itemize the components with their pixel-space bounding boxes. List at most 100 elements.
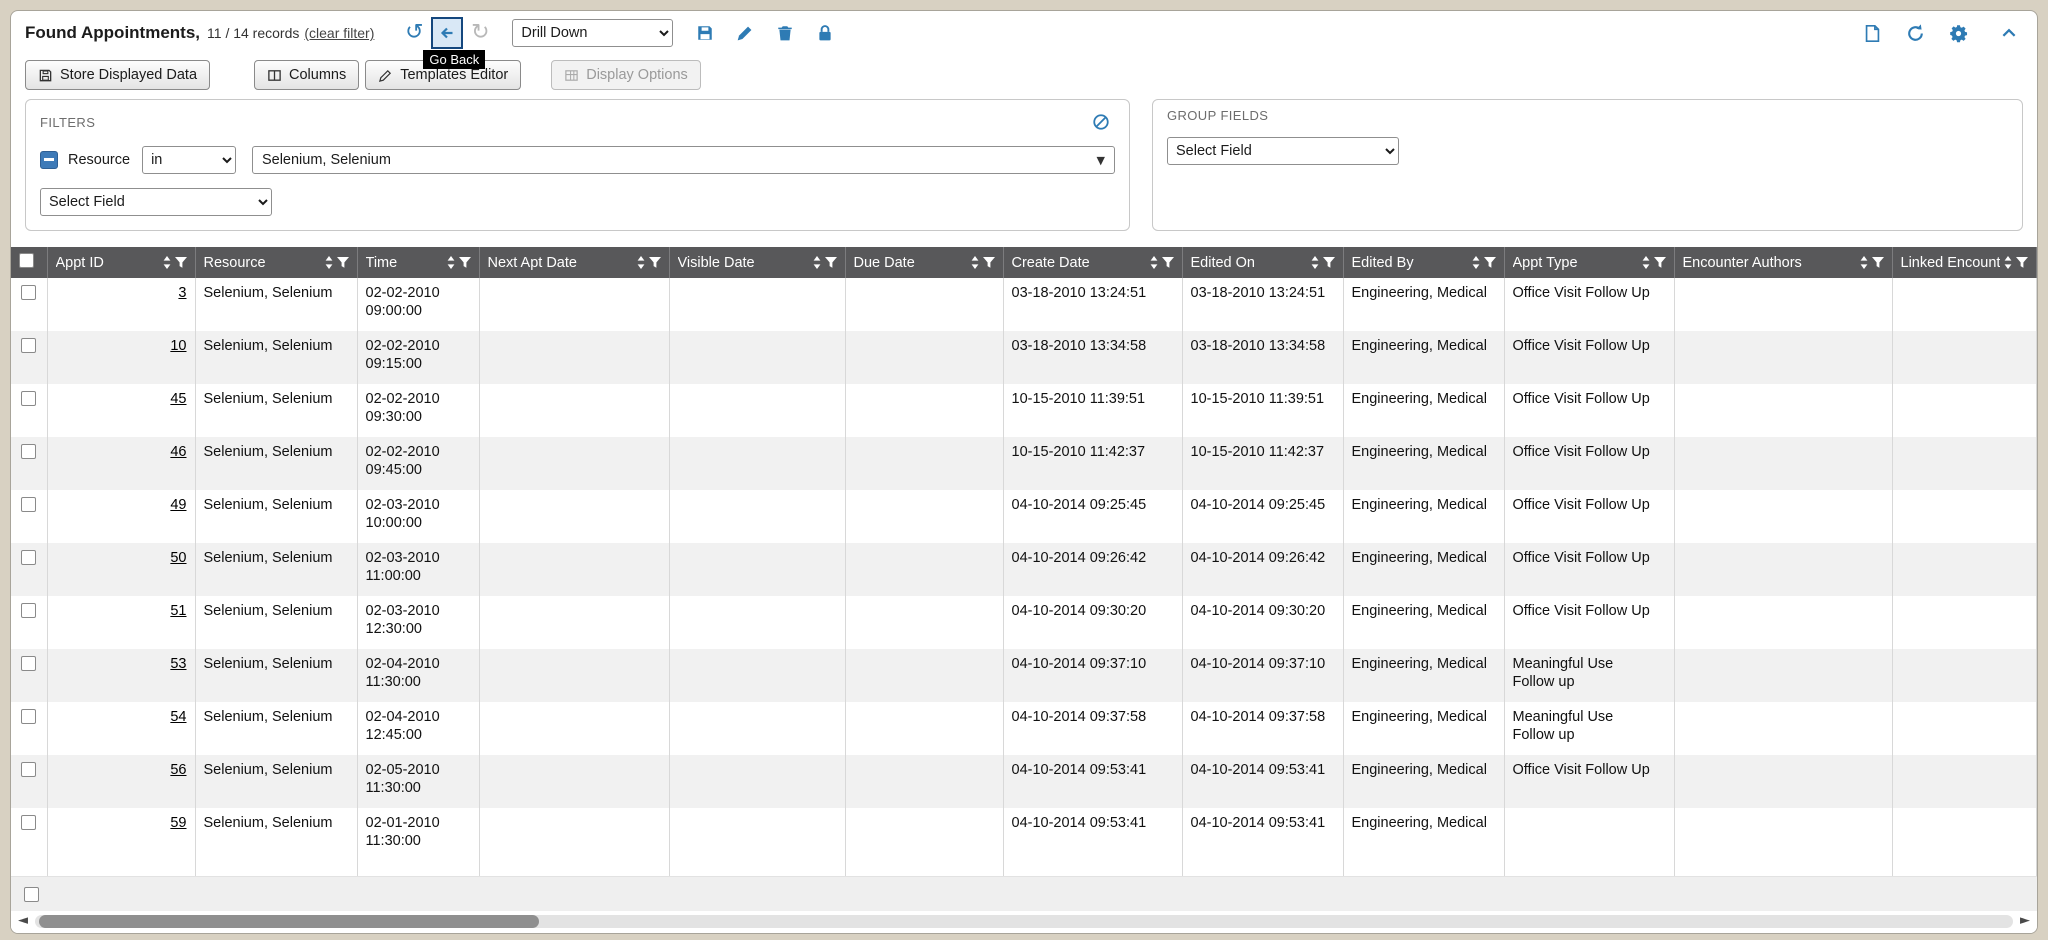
settings-button[interactable] (1944, 19, 1972, 47)
sort-icon[interactable] (325, 256, 333, 269)
add-group-field-select[interactable]: Select Field (1167, 137, 1399, 165)
appt-id-link[interactable]: 50 (170, 550, 186, 566)
cell-next-apt-date (479, 702, 669, 755)
sort-icon[interactable] (813, 256, 821, 269)
display-options-button[interactable]: Display Options (551, 60, 701, 90)
scrollbar-thumb[interactable] (39, 915, 539, 928)
export-document-button[interactable] (1858, 19, 1886, 47)
row-checkbox[interactable] (24, 887, 39, 902)
filter-icon[interactable] (825, 257, 837, 269)
sort-icon[interactable] (971, 256, 979, 269)
go-back-button[interactable]: Go Back (431, 17, 463, 49)
cell-checkbox (11, 596, 47, 649)
sort-icon[interactable] (163, 256, 171, 269)
clear-filter-link[interactable]: (clear filter) (304, 25, 374, 41)
select-all-checkbox[interactable] (19, 253, 34, 268)
column-header-appt-id[interactable]: Appt ID (47, 247, 195, 278)
column-header-edited-by[interactable]: Edited By (1343, 247, 1504, 278)
filter-icon[interactable] (1654, 257, 1666, 269)
row-checkbox[interactable] (21, 815, 36, 830)
cell-next-apt-date (479, 808, 669, 861)
clear-filters-button[interactable] (1087, 108, 1115, 136)
row-checkbox[interactable] (21, 497, 36, 512)
filter-operator-select[interactable]: in (142, 146, 236, 174)
sort-icon[interactable] (1472, 256, 1480, 269)
sort-icon[interactable] (1311, 256, 1319, 269)
cell-edited-on: 04-10-2014 09:25:45 (1182, 490, 1343, 543)
appt-id-link[interactable]: 56 (170, 762, 186, 778)
cell-resource: Selenium, Selenium (195, 808, 357, 861)
collapse-panel-button[interactable] (1995, 19, 2023, 47)
sort-icon[interactable] (1860, 256, 1868, 269)
lock-icon (816, 24, 834, 42)
row-checkbox[interactable] (21, 656, 36, 671)
filter-icon[interactable] (983, 257, 995, 269)
column-header-next-apt-date[interactable]: Next Apt Date (479, 247, 669, 278)
filter-icon[interactable] (1162, 257, 1174, 269)
sort-icon[interactable] (1642, 256, 1650, 269)
appt-id-link[interactable]: 46 (170, 444, 186, 460)
filter-value-combobox[interactable]: Selenium, Selenium ▼ (252, 146, 1115, 174)
appt-id-link[interactable]: 10 (170, 338, 186, 354)
table-header-row: Appt IDResourceTime Next Apt Date Visible … (11, 247, 2037, 278)
redo-button[interactable]: ↻ (466, 19, 494, 47)
store-displayed-data-button[interactable]: Store Displayed Data (25, 60, 210, 90)
row-checkbox[interactable] (21, 550, 36, 565)
refresh-button[interactable] (1901, 19, 1929, 47)
column-header-due-date[interactable]: Due Date (845, 247, 1003, 278)
cell-edited-on: 04-10-2014 09:37:58 (1182, 702, 1343, 755)
filter-icon[interactable] (1872, 257, 1884, 269)
cell-edited-on: 04-10-2014 09:26:42 (1182, 543, 1343, 596)
column-header-create-date[interactable]: Create Date (1003, 247, 1182, 278)
columns-button[interactable]: Columns (254, 60, 359, 90)
filter-icon[interactable] (459, 257, 471, 269)
column-header-edited-on[interactable]: Edited On (1182, 247, 1343, 278)
column-label: Next Apt Date (488, 255, 577, 271)
column-header-time[interactable]: Time (357, 247, 479, 278)
edit-view-button[interactable] (731, 19, 759, 47)
filter-icon[interactable] (175, 257, 187, 269)
filter-icon[interactable] (2016, 257, 2028, 269)
lock-view-button[interactable] (811, 19, 839, 47)
appt-id-link[interactable]: 54 (170, 709, 186, 725)
cell-resource: Selenium, Selenium (195, 331, 357, 384)
filter-icon[interactable] (649, 257, 661, 269)
delete-view-button[interactable] (771, 19, 799, 47)
undo-button[interactable]: ↺ (400, 19, 428, 47)
row-checkbox[interactable] (21, 338, 36, 353)
cell-resource: Selenium, Selenium (195, 437, 357, 490)
column-header-encounter-authors[interactable]: Encounter Authors (1674, 247, 1892, 278)
appt-id-link[interactable]: 49 (170, 497, 186, 513)
sort-icon[interactable] (447, 256, 455, 269)
scrollbar-track[interactable] (35, 915, 2013, 928)
scroll-left-arrow[interactable]: ◄ (18, 914, 28, 927)
save-view-button[interactable] (691, 19, 719, 47)
row-checkbox[interactable] (21, 762, 36, 777)
drill-down-select[interactable]: Drill Down (512, 19, 673, 47)
appt-id-link[interactable]: 51 (170, 603, 186, 619)
row-checkbox[interactable] (21, 603, 36, 618)
filter-icon[interactable] (1484, 257, 1496, 269)
add-filter-field-select[interactable]: Select Field (40, 188, 272, 216)
filter-icon[interactable] (337, 257, 349, 269)
appt-id-link[interactable]: 3 (178, 285, 186, 301)
row-checkbox[interactable] (21, 444, 36, 459)
row-checkbox[interactable] (21, 391, 36, 406)
sort-icon[interactable] (637, 256, 645, 269)
appt-id-link[interactable]: 45 (170, 391, 186, 407)
sort-icon[interactable] (2004, 256, 2012, 269)
appt-id-link[interactable]: 59 (170, 815, 186, 831)
column-header-resource[interactable]: Resource (195, 247, 357, 278)
filter-enabled-checkbox[interactable] (40, 151, 58, 169)
row-checkbox[interactable] (21, 285, 36, 300)
column-header-linked-encounters[interactable]: Linked Encounters (1892, 247, 2037, 278)
cell-time: 02-04-2010 12:45:00 (357, 702, 479, 755)
scroll-right-arrow[interactable]: ► (2020, 914, 2030, 927)
sort-icon[interactable] (1150, 256, 1158, 269)
appt-id-link[interactable]: 53 (170, 656, 186, 672)
column-header-appt-type[interactable]: Appt Type (1504, 247, 1674, 278)
filter-icon[interactable] (1323, 257, 1335, 269)
column-header-visible-date[interactable]: Visible Date (669, 247, 845, 278)
table-row: 10Selenium, Selenium02-02-2010 09:15:000… (11, 331, 2037, 384)
row-checkbox[interactable] (21, 709, 36, 724)
